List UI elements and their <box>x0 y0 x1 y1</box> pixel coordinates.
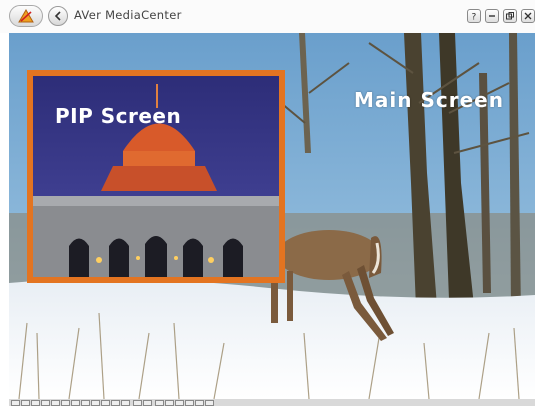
control-button[interactable] <box>71 400 80 406</box>
help-button[interactable]: ? <box>467 9 481 23</box>
control-button[interactable] <box>31 400 40 406</box>
aver-logo-icon <box>18 9 34 23</box>
restore-button[interactable] <box>503 9 517 23</box>
close-icon <box>524 12 532 20</box>
control-button[interactable] <box>41 400 50 406</box>
control-button[interactable] <box>61 400 70 406</box>
control-button[interactable] <box>91 400 100 406</box>
control-button[interactable] <box>11 400 20 406</box>
playback-control-strip <box>9 399 535 406</box>
control-button[interactable] <box>51 400 60 406</box>
control-button[interactable] <box>143 400 152 406</box>
back-arrow-icon <box>54 11 61 21</box>
control-button[interactable] <box>81 400 90 406</box>
control-button[interactable] <box>185 400 194 406</box>
home-button[interactable] <box>9 5 43 27</box>
control-button[interactable] <box>195 400 204 406</box>
main-screen-label: Main Screen <box>354 88 504 112</box>
control-button[interactable] <box>133 400 142 406</box>
control-button[interactable] <box>155 400 164 406</box>
app-title: AVer MediaCenter <box>74 8 182 22</box>
control-button[interactable] <box>21 400 30 406</box>
minimize-icon <box>489 15 495 17</box>
control-button[interactable] <box>175 400 184 406</box>
pip-screen-label: PIP Screen <box>55 104 182 128</box>
svg-text:?: ? <box>472 13 477 22</box>
control-button[interactable] <box>205 400 214 406</box>
minimize-button[interactable] <box>485 9 499 23</box>
help-icon: ? <box>472 13 477 22</box>
control-button[interactable] <box>111 400 120 406</box>
pip-window[interactable]: PIP Screen <box>27 70 285 283</box>
back-button[interactable] <box>48 6 68 26</box>
restore-icon <box>506 12 514 20</box>
title-bar: AVer MediaCenter ? <box>0 0 535 33</box>
control-button[interactable] <box>165 400 174 406</box>
control-button[interactable] <box>101 400 110 406</box>
close-button[interactable] <box>521 9 535 23</box>
control-button[interactable] <box>121 400 130 406</box>
